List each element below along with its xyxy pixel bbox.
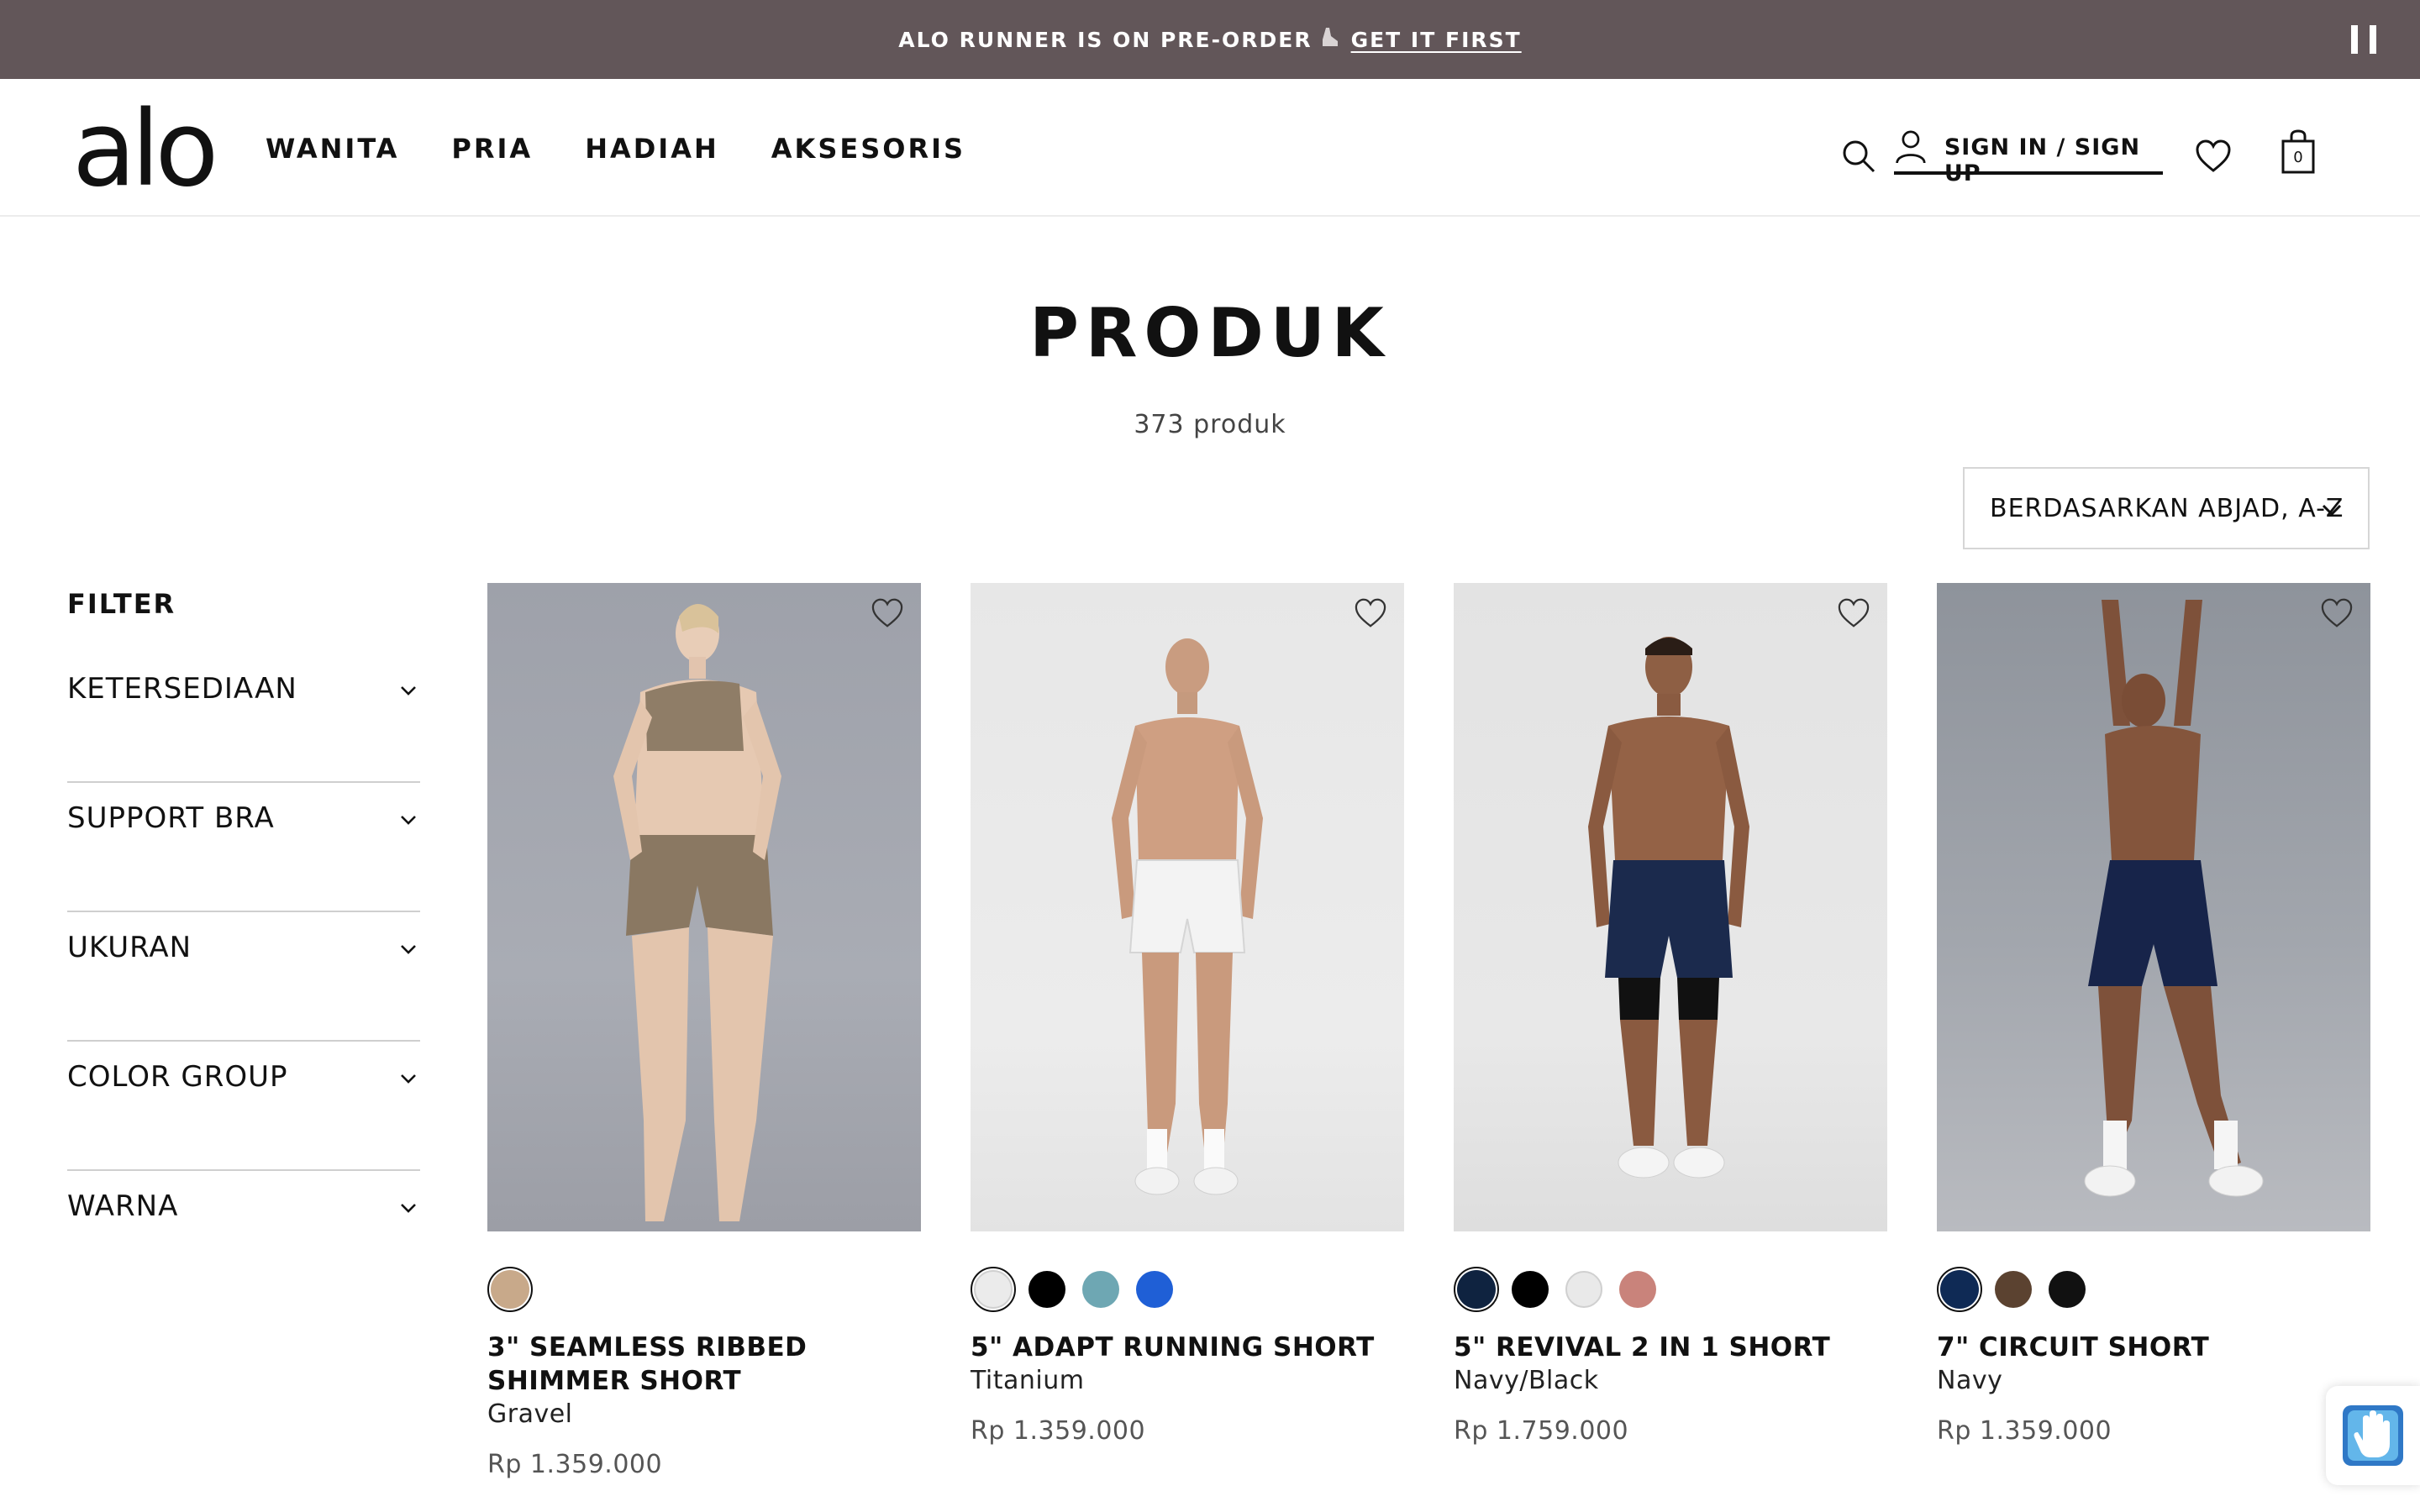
main-nav: WANITA PRIA HADIAH AKSESORIS [266, 133, 965, 165]
chevron-down-icon [401, 1074, 416, 1084]
filter-heading: FILTER [67, 588, 176, 620]
heart-icon[interactable] [1837, 598, 1870, 628]
color-swatches [1937, 1267, 2090, 1312]
swatch-color [1995, 1271, 2032, 1308]
product-color: Titanium [971, 1366, 1085, 1395]
pause-icon[interactable] [2351, 25, 2376, 54]
search-icon[interactable] [1840, 138, 1877, 175]
filter-label: COLOR GROUP [67, 1060, 288, 1094]
alo-logo[interactable]: alo [72, 97, 218, 202]
wishlist-heart-icon[interactable] [2195, 139, 2232, 173]
product-color: Gravel [487, 1399, 573, 1429]
sign-in-button[interactable]: SIGN IN / SIGN UP [1894, 128, 2163, 186]
color-swatches [971, 1267, 1177, 1312]
filter-label: KETERSEDIAAN [67, 672, 297, 706]
color-swatches [1454, 1267, 1660, 1312]
product-image[interactable] [487, 583, 921, 1231]
swatch-color [2049, 1271, 2086, 1308]
product-card[interactable]: 3" SEAMLESS RIBBED SHIMMER SHORT Gravel … [487, 583, 921, 1479]
cart-count: 0 [2293, 149, 2303, 166]
nav-item-aksesoris[interactable]: AKSESORIS [771, 133, 965, 165]
heart-icon[interactable] [2320, 598, 2354, 628]
product-count: 373 produk [1134, 410, 1286, 439]
filter-label: SUPPORT BRA [67, 801, 275, 835]
announcement-text: ALO RUNNER IS ON PRE-ORDER [898, 27, 1313, 52]
product-price: Rp 1.359.000 [1937, 1416, 2112, 1446]
filter-ketersediaan[interactable]: KETERSEDIAAN [67, 654, 420, 783]
sort-label: BERDASARKAN ABJAD, A-Z [1990, 493, 2344, 523]
color-swatch[interactable] [971, 1267, 1016, 1312]
product-price: Rp 1.759.000 [1454, 1416, 1629, 1446]
product-card[interactable]: 5" ADAPT RUNNING SHORT Titanium Rp 1.359… [971, 583, 1404, 1446]
swatch-color [1565, 1271, 1602, 1308]
product-color: Navy [1937, 1366, 2003, 1395]
swatch-color [1028, 1271, 1065, 1308]
product-name-text: 5" REVIVAL 2 IN 1 SHORT [1454, 1332, 1831, 1362]
swatch-color [491, 1270, 529, 1309]
color-swatch[interactable] [1991, 1267, 2036, 1312]
product-card[interactable]: 7" CIRCUIT SHORT Navy Rp 1.359.000 [1937, 583, 2370, 1446]
filter-support-bra[interactable]: SUPPORT BRA [67, 783, 420, 912]
chevron-down-icon [401, 816, 416, 825]
product-image[interactable] [971, 583, 1404, 1231]
swatch-color [1619, 1271, 1656, 1308]
swatch-color [974, 1270, 1013, 1309]
product-color: Navy/Black [1454, 1366, 1599, 1395]
heart-icon[interactable] [1354, 598, 1387, 628]
chevron-down-icon [2322, 504, 2342, 517]
page-title: PRODUK [1029, 294, 1391, 372]
product-price: Rp 1.359.000 [971, 1416, 1146, 1446]
filter-label: UKURAN [67, 931, 192, 964]
filter-color-group[interactable]: COLOR GROUP [67, 1042, 420, 1171]
product-image[interactable] [1937, 583, 2370, 1231]
filter-warna[interactable]: WARNA [67, 1171, 420, 1300]
product-name[interactable]: 7" CIRCUIT SHORT Navy [1937, 1331, 2370, 1398]
nav-item-hadiah[interactable]: HADIAH [585, 133, 719, 165]
swatch-color [1512, 1271, 1549, 1308]
color-swatch[interactable] [1615, 1267, 1660, 1312]
product-name[interactable]: 3" SEAMLESS RIBBED SHIMMER SHORT Gravel [487, 1331, 921, 1431]
swatch-color [1082, 1271, 1119, 1308]
accessibility-hand-icon [2343, 1405, 2403, 1466]
color-swatches [487, 1267, 533, 1312]
nav-item-wanita[interactable]: WANITA [266, 133, 399, 165]
accessibility-widget[interactable] [2326, 1386, 2420, 1485]
color-swatch[interactable] [1507, 1267, 1553, 1312]
product-name[interactable]: 5" ADAPT RUNNING SHORT Titanium [971, 1331, 1404, 1398]
filter-list: KETERSEDIAAN SUPPORT BRA UKURAN COLOR GR… [67, 654, 420, 1300]
chevron-down-icon [401, 686, 416, 696]
swatch-color [1940, 1270, 1979, 1309]
product-price: Rp 1.359.000 [487, 1450, 663, 1479]
site-header: alo WANITA PRIA HADIAH AKSESORIS SIGN IN… [0, 79, 2420, 217]
nav-item-pria[interactable]: PRIA [451, 133, 533, 165]
color-swatch[interactable] [1132, 1267, 1177, 1312]
filter-label: WARNA [67, 1189, 179, 1223]
color-swatch[interactable] [1561, 1267, 1607, 1312]
product-card[interactable]: 5" REVIVAL 2 IN 1 SHORT Navy/Black Rp 1.… [1454, 583, 1887, 1446]
product-name-text: 3" SEAMLESS RIBBED SHIMMER SHORT [487, 1332, 808, 1396]
sign-in-label: SIGN IN / SIGN UP [1944, 134, 2141, 186]
swatch-color [1457, 1270, 1496, 1309]
color-swatch[interactable] [1937, 1267, 1982, 1312]
color-swatch[interactable] [1454, 1267, 1499, 1312]
announcement-bar: ALO RUNNER IS ON PRE-ORDER GET IT FIRST [0, 0, 2420, 79]
swatch-color [1136, 1271, 1173, 1308]
filter-ukuran[interactable]: UKURAN [67, 912, 420, 1042]
product-name-text: 7" CIRCUIT SHORT [1937, 1332, 2210, 1362]
shoe-icon [1321, 26, 1339, 54]
color-swatch[interactable] [1078, 1267, 1123, 1312]
sort-select[interactable]: BERDASARKAN ABJAD, A-Z [1963, 467, 2370, 549]
product-name-text: 5" ADAPT RUNNING SHORT [971, 1332, 1375, 1362]
color-swatch[interactable] [1024, 1267, 1070, 1312]
get-it-first-link[interactable]: GET IT FIRST [1351, 28, 1522, 52]
color-swatch[interactable] [2044, 1267, 2090, 1312]
color-swatch[interactable] [487, 1267, 533, 1312]
product-image[interactable] [1454, 583, 1887, 1231]
heart-icon[interactable] [871, 598, 904, 628]
chevron-down-icon [401, 945, 416, 954]
chevron-down-icon [401, 1204, 416, 1213]
user-icon [1896, 130, 1926, 164]
product-name[interactable]: 5" REVIVAL 2 IN 1 SHORT Navy/Black [1454, 1331, 1887, 1398]
